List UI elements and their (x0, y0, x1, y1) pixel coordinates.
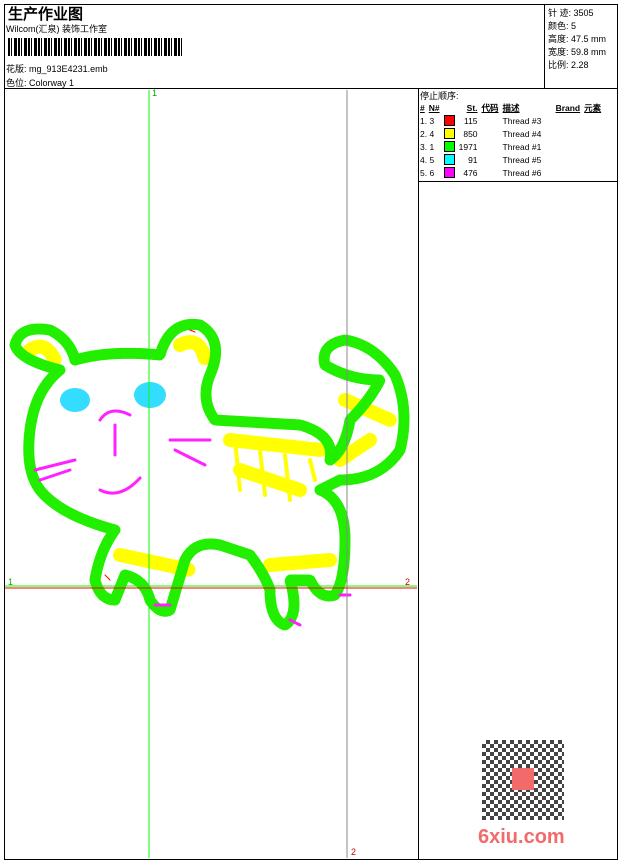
tiger-embroidery (9, 318, 410, 631)
qr-code (482, 740, 564, 820)
tiger-eye-left (60, 388, 90, 412)
watermark-text: 6xiu.com (478, 826, 565, 848)
design-canvas (5, 90, 417, 858)
marker-top: 1 (152, 88, 158, 98)
tiger-green-outline (9, 318, 410, 631)
watermark-seal (512, 768, 534, 790)
marker-bottom: 2 (351, 847, 357, 857)
marker-left: 1 (8, 577, 14, 587)
tiger-eye-right (134, 382, 166, 408)
tiger-red-stitches (104, 329, 196, 581)
marker-right: 2 (405, 577, 411, 587)
production-worksheet: 生产作业图 Wilcom(汇泉) 装饰工作室 花版: mg_913E4231.e… (0, 0, 620, 860)
